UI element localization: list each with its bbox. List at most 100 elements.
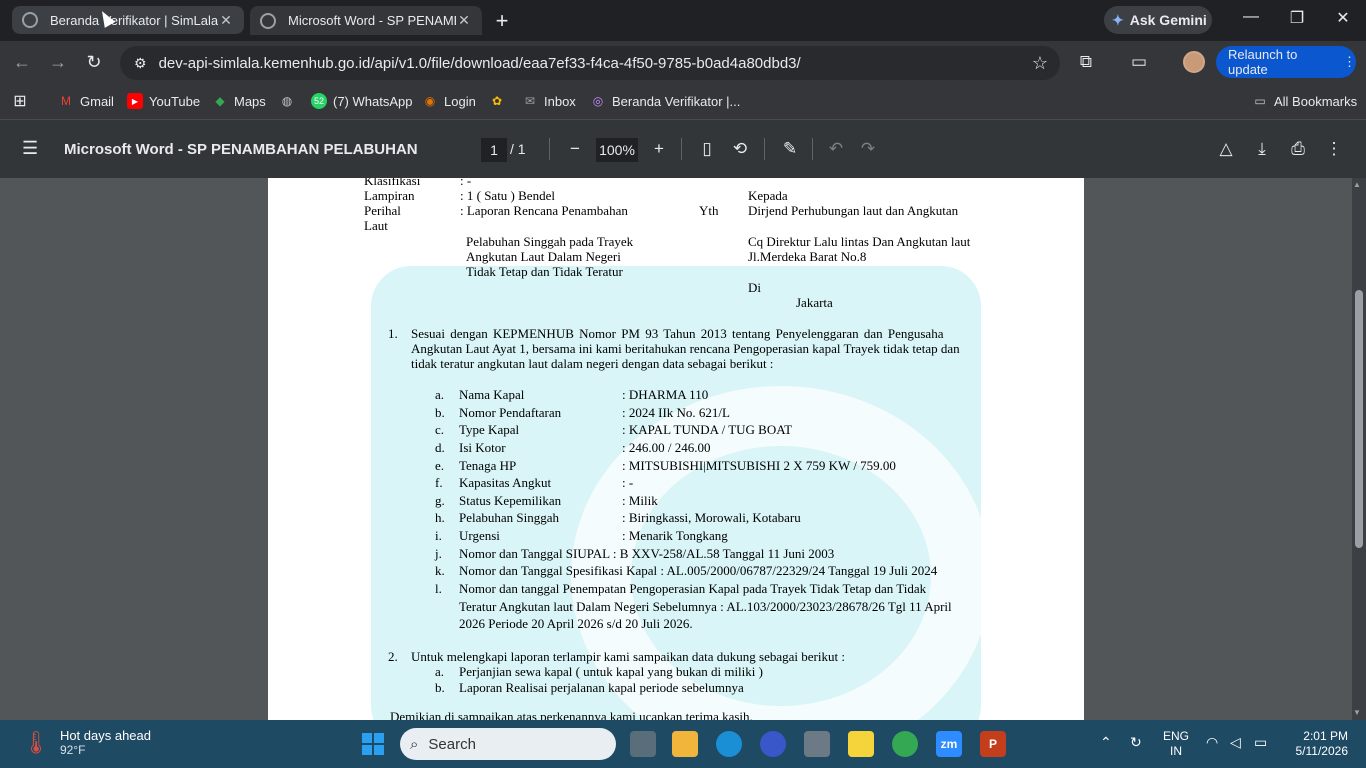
bookmark-whatsapp[interactable]: 52 (7) WhatsApp: [311, 93, 412, 109]
camera-icon[interactable]: [804, 731, 830, 757]
item-label: Nama Kapal: [459, 387, 525, 402]
item-letter: f.: [435, 475, 443, 490]
menu-icon[interactable]: ☰: [22, 138, 38, 159]
apps-icon[interactable]: ⊞: [12, 93, 34, 110]
file-explorer-icon[interactable]: [672, 731, 698, 757]
klasifikasi-label: Klasifikasi: [364, 178, 421, 188]
chevron-up-icon[interactable]: ⌃: [1100, 734, 1112, 751]
bookmark-photos[interactable]: ✿: [489, 93, 511, 109]
powerpoint-icon[interactable]: P: [980, 731, 1006, 757]
relaunch-button[interactable]: Relaunch to update ⋮: [1216, 46, 1356, 78]
sync-icon[interactable]: ↻: [1130, 734, 1142, 751]
whatsapp-icon: 52: [311, 93, 327, 109]
para-number: 1.: [388, 326, 398, 341]
back-button[interactable]: ←: [10, 52, 34, 73]
bookmark-star-icon[interactable]: ☆: [1020, 53, 1060, 74]
perihal-cont: Tidak Tetap dan Tidak Teratur: [466, 264, 623, 279]
item-letter: l.: [435, 581, 442, 596]
globe-icon: [260, 12, 276, 29]
redo-icon[interactable]: ↷: [857, 139, 879, 159]
extensions-icon[interactable]: ⧉: [1074, 52, 1098, 72]
search-label: Search: [428, 735, 476, 753]
bookmark-label: (7) WhatsApp: [333, 93, 413, 109]
gemini-icon: ✦: [1112, 11, 1124, 28]
edge-icon[interactable]: [716, 731, 742, 757]
zoom-icon[interactable]: zm: [936, 731, 962, 757]
new-tab-button[interactable]: +: [492, 8, 512, 34]
close-icon[interactable]: ✕: [218, 12, 234, 29]
url-text[interactable]: dev-api-simlala.kemenhub.go.id/api/v1.0/…: [159, 55, 1020, 72]
chrome-icon[interactable]: [892, 731, 918, 757]
drive-icon[interactable]: △: [1215, 139, 1237, 159]
scroll-down-icon[interactable]: ▼: [1353, 708, 1361, 717]
more-options-icon[interactable]: ⋮: [1323, 139, 1345, 159]
weather-widget[interactable]: 🌡 Hot days ahead 92°F: [22, 728, 151, 757]
bookmark-simlala[interactable]: ◎ Beranda Verifikator |...: [590, 93, 741, 109]
sticky-notes-icon[interactable]: [848, 731, 874, 757]
bookmark-login[interactable]: ◉ Login: [422, 93, 476, 109]
tab-word-document[interactable]: Microsoft Word - SP PENAMBAHAN PELABUHAN…: [250, 6, 482, 35]
site-info-icon[interactable]: ⚙: [134, 55, 147, 72]
print-icon[interactable]: ⎙: [1287, 139, 1309, 159]
zoom-in-icon[interactable]: +: [648, 139, 670, 159]
item-text: Nomor dan Tanggal SIUPAL : B XXV-258/AL.…: [459, 546, 835, 561]
zoom-input[interactable]: 100%: [596, 138, 638, 162]
folder-icon: ▭: [1254, 94, 1266, 108]
close-icon[interactable]: ✕: [456, 12, 472, 29]
bookmark-youtube[interactable]: ▶ YouTube: [127, 93, 200, 109]
minimize-button[interactable]: —: [1236, 8, 1266, 26]
item-letter: i.: [435, 528, 442, 543]
rotate-icon[interactable]: ⟲: [729, 139, 751, 159]
bookmark-gmail[interactable]: M Gmail: [58, 93, 114, 109]
para-line: Untuk melengkapi laporan terlampir kami …: [411, 649, 845, 664]
browser-toolbar: ← → ↻ ⚙ dev-api-simlala.kemenhub.go.id/a…: [0, 41, 1366, 85]
scrollbar-thumb[interactable]: [1355, 290, 1363, 548]
more-icon[interactable]: ⋮: [1343, 54, 1356, 70]
battery-icon[interactable]: ▭: [1254, 734, 1267, 751]
bookmark-inbox[interactable]: ✉ Inbox: [522, 93, 576, 109]
item-value: : Milik: [622, 493, 658, 508]
ask-gemini-button[interactable]: ✦ Ask Gemini: [1104, 6, 1212, 34]
app-icon[interactable]: [760, 731, 786, 757]
ask-gemini-label: Ask Gemini: [1129, 12, 1207, 28]
item-letter: d.: [435, 440, 445, 455]
page-number-input[interactable]: 1: [481, 138, 507, 162]
search-icon: ⌕: [410, 735, 419, 753]
clock[interactable]: 2:01 PM 5/11/2026: [1290, 729, 1349, 759]
all-bookmarks[interactable]: ▭ All Bookmarks: [1252, 93, 1357, 109]
item-label: Tenaga HP: [459, 458, 517, 473]
pdf-viewport[interactable]: Klasifikasi : - Lampiran : 1 ( Satu ) Be…: [0, 178, 1366, 720]
zoom-out-icon[interactable]: −: [564, 139, 586, 159]
volume-icon[interactable]: ◁: [1230, 734, 1241, 751]
bookmark-globe[interactable]: ◍: [279, 93, 301, 109]
fit-page-icon[interactable]: ▯: [696, 139, 718, 159]
profile-avatar[interactable]: [1183, 51, 1205, 73]
forward-button[interactable]: →: [46, 52, 70, 73]
pdf-title: Microsoft Word - SP PENAMBAHAN PELABUHAN: [64, 141, 418, 158]
annotate-icon[interactable]: ✎: [779, 139, 801, 159]
pinwheel-icon: ✿: [491, 94, 503, 108]
restore-button[interactable]: ❐: [1282, 8, 1312, 28]
tab-simlala[interactable]: Beranda Verifikator | SimLala ✕: [12, 6, 244, 34]
simlala-icon: ◎: [592, 94, 604, 108]
clock-date: 5/11/2026: [1295, 744, 1349, 758]
wifi-icon[interactable]: ◠: [1206, 734, 1218, 751]
address-bar[interactable]: ⚙ dev-api-simlala.kemenhub.go.id/api/v1.…: [120, 46, 1060, 80]
close-window-button[interactable]: ✕: [1328, 8, 1358, 28]
taskbar-search[interactable]: ⌕ Search: [400, 728, 616, 760]
bookmark-maps[interactable]: ◆ Maps: [212, 93, 265, 109]
task-view-icon[interactable]: [630, 731, 656, 757]
scroll-up-icon[interactable]: ▲: [1353, 180, 1361, 189]
item-text: Laporan Realisai perjalanan kapal period…: [459, 680, 744, 695]
download-icon[interactable]: ⤓: [1251, 139, 1273, 159]
undo-icon[interactable]: ↶: [825, 139, 847, 159]
language-indicator[interactable]: ENG IN: [1163, 729, 1189, 759]
clock-time: 2:01 PM: [1303, 729, 1348, 743]
taskbar: 🌡 Hot days ahead 92°F ⌕ Search zm P ⌃ ↻ …: [0, 720, 1366, 768]
reload-button[interactable]: ↻: [82, 52, 106, 73]
divider: [764, 138, 765, 160]
cast-icon[interactable]: ▭: [1127, 52, 1151, 72]
para-line: Sesuai dengan KEPMENHUB Nomor PM 93 Tahu…: [411, 326, 944, 341]
para-line: Angkutan Laut Ayat 1, bersama ini kami b…: [411, 341, 960, 356]
start-button[interactable]: [362, 733, 384, 755]
